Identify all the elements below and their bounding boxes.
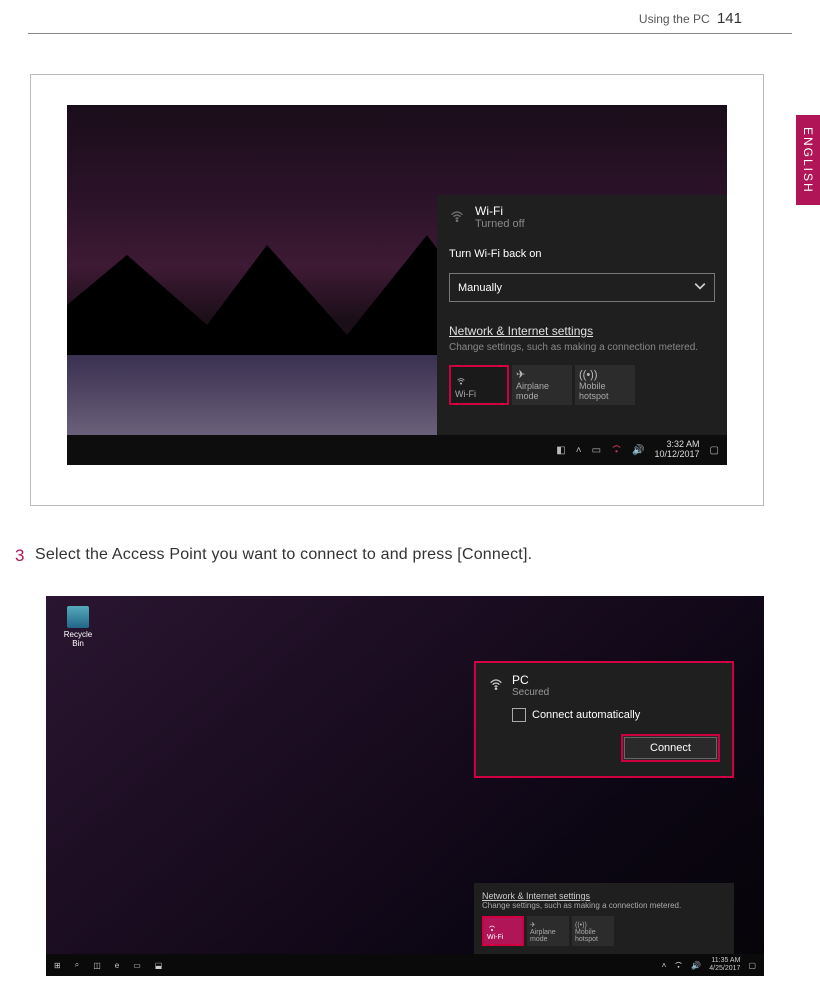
edge-icon[interactable]: e <box>115 961 119 970</box>
settings-pane-2: Network & Internet settings Change setti… <box>474 883 734 954</box>
taskbar-time-2: 11:35 AM <box>709 957 740 965</box>
airplane-icon: ✈ <box>516 368 568 381</box>
network-settings-sub: Change settings, such as making a connec… <box>437 340 727 361</box>
figure-1: Wi-Fi Turned off Turn Wi-Fi back on Manu… <box>30 74 764 506</box>
network-tray-icon-2[interactable] <box>674 960 683 971</box>
network-secured: Secured <box>512 687 549 698</box>
action-center-icon[interactable]: ▢ <box>748 961 756 970</box>
connect-auto-label: Connect automatically <box>532 709 640 721</box>
quick-tiles: Wi-Fi ✈ Airplane mode ((•)) Mobile hotsp… <box>437 361 727 405</box>
search-icon[interactable]: ⌕ <box>75 960 79 970</box>
tile-wifi-2[interactable]: Wi-Fi <box>482 916 524 946</box>
connect-button[interactable]: Connect <box>621 734 720 762</box>
tile-hotspot[interactable]: ((•)) Mobile hotspot <box>575 365 635 405</box>
screenshot-connect: Recycle Bin PC Secured Conne <box>46 596 764 976</box>
tile-airplane-label-2: Airplane mode <box>530 929 566 943</box>
page-header: Using the PC 141 <box>28 0 792 34</box>
volume-icon[interactable]: 🔊 <box>632 445 644 456</box>
section-title: Using the PC <box>639 12 710 26</box>
checkbox-icon[interactable] <box>512 708 526 722</box>
tile-wifi[interactable]: Wi-Fi <box>449 365 509 405</box>
taskbar-date-2: 4/25/2017 <box>709 965 740 973</box>
taskbar-2: ⊞ ⌕ ◫ e ▭ ⬓ ˄ 🔊 11:35 AM 4/25/2017 <box>46 954 764 976</box>
recycle-icon <box>67 606 89 628</box>
chevron-up-icon[interactable]: ˄ <box>576 445 582 456</box>
language-tab[interactable]: ENGLISH <box>796 115 820 205</box>
tile-wifi-label-2: Wi-Fi <box>487 934 519 941</box>
taskbar-clock-2[interactable]: 11:35 AM 4/25/2017 <box>709 957 740 972</box>
schedule-select[interactable]: Manually <box>449 273 715 302</box>
figure-2: Recycle Bin PC Secured Conne <box>46 596 764 976</box>
flyout-title: Wi-Fi <box>475 204 525 218</box>
step-text: Select the Access Point you want to conn… <box>35 546 764 566</box>
tile-hotspot-label-2: Mobile hotspot <box>575 929 611 943</box>
action-center-icon[interactable]: ▢ <box>710 445 719 456</box>
recycle-label: Recycle Bin <box>58 630 98 648</box>
connect-auto-row[interactable]: Connect automatically <box>512 708 720 722</box>
tile-airplane-label: Airplane mode <box>516 381 568 401</box>
recycle-bin[interactable]: Recycle Bin <box>58 606 98 648</box>
turn-back-on-label: Turn Wi-Fi back on <box>437 239 727 269</box>
wifi-icon <box>488 676 504 695</box>
hotspot-icon: ((•)) <box>579 369 631 381</box>
wifi-flyout: Wi-Fi Turned off Turn Wi-Fi back on Manu… <box>437 195 727 435</box>
flyout-status: Turned off <box>475 218 525 230</box>
taskbar-clock[interactable]: 3:32 AM 10/12/2017 <box>655 440 700 460</box>
schedule-select-value: Manually <box>458 282 502 294</box>
tile-airplane[interactable]: ✈ Airplane mode <box>512 365 572 405</box>
explorer-icon[interactable]: ▭ <box>133 961 141 970</box>
battery-icon[interactable]: ▭ <box>592 445 601 456</box>
hotspot-icon: ((•)) <box>575 922 611 929</box>
taskbar: ◧ ˄ ▭ 🔊 3:32 AM 10/12/2017 ▢ <box>67 435 727 465</box>
start-icon[interactable]: ⊞ <box>54 961 61 970</box>
volume-icon[interactable]: 🔊 <box>691 961 701 970</box>
tile-hotspot-2[interactable]: ((•)) Mobile hotspot <box>572 916 614 946</box>
instruction-step-3: 3 Select the Access Point you want to co… <box>15 546 764 566</box>
airplane-icon: ✈ <box>530 921 566 929</box>
people-icon[interactable]: ◧ <box>556 445 565 456</box>
wifi-icon <box>487 924 519 934</box>
tile-hotspot-label: Mobile hotspot <box>579 381 631 401</box>
network-settings-sub-2: Change settings, such as making a connec… <box>482 901 726 910</box>
screenshot-wifi-off: Wi-Fi Turned off Turn Wi-Fi back on Manu… <box>67 105 727 465</box>
connect-panel: PC Secured Connect automatically Connect <box>474 661 734 778</box>
chevron-up-icon[interactable]: ˄ <box>662 961 667 970</box>
network-name: PC <box>512 673 549 687</box>
network-settings-link[interactable]: Network & Internet settings <box>437 306 727 340</box>
page-number: 141 <box>717 10 742 27</box>
tile-airplane-2[interactable]: ✈ Airplane mode <box>527 916 569 946</box>
taskview-icon[interactable]: ◫ <box>93 961 101 970</box>
tile-wifi-label: Wi-Fi <box>455 389 503 399</box>
wifi-icon <box>455 376 503 389</box>
chevron-down-icon <box>694 280 706 295</box>
step-number: 3 <box>15 546 35 566</box>
store-icon[interactable]: ⬓ <box>155 961 163 970</box>
wifi-icon <box>449 208 465 227</box>
network-tray-icon[interactable] <box>611 443 622 457</box>
network-settings-link-2[interactable]: Network & Internet settings <box>482 891 726 901</box>
taskbar-date: 10/12/2017 <box>655 450 700 460</box>
